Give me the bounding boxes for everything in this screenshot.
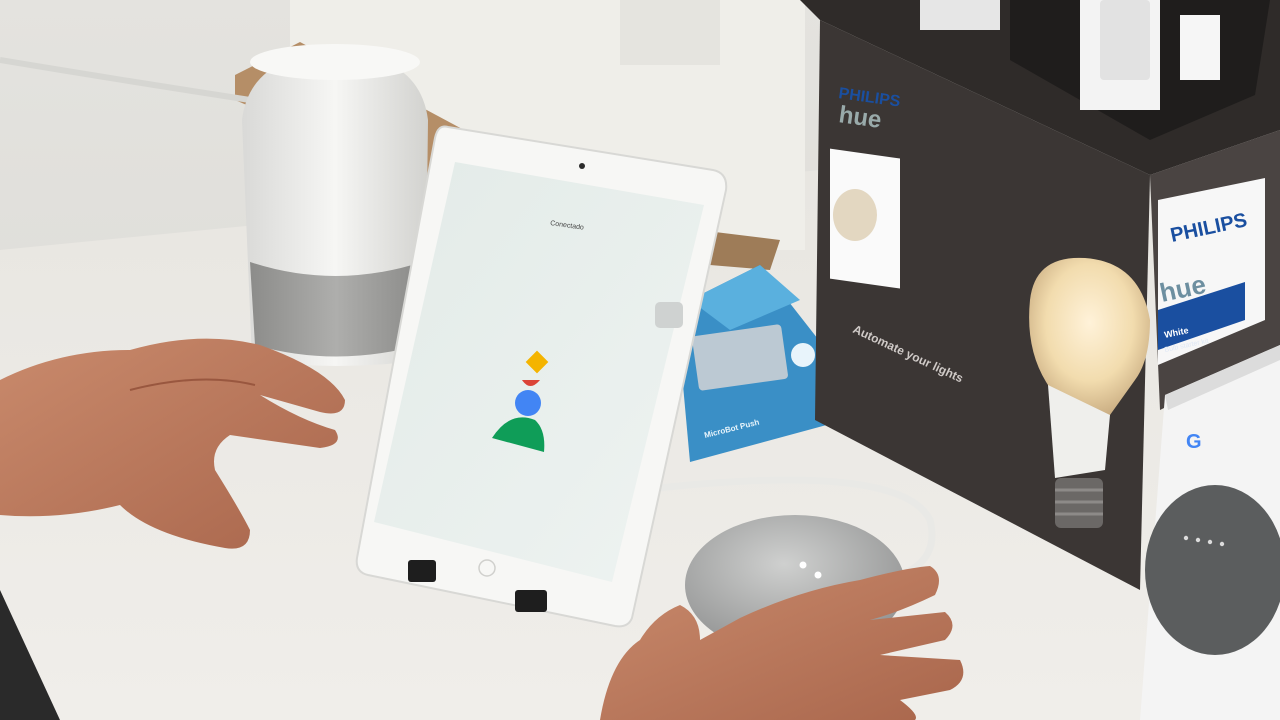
assistive-touch-button[interactable] [655, 302, 683, 328]
blue-circle-shape [515, 390, 541, 416]
stand-foot-right [515, 590, 547, 612]
google-home-speaker [242, 44, 428, 366]
scene-svg: MicroBot Push PHILIPS hue PHILIPS hue Wh… [0, 0, 1280, 720]
google-g-logo: G [1186, 431, 1202, 453]
front-camera [579, 163, 585, 169]
back-panel-recess [620, 0, 720, 65]
photo-scene: MicroBot Push PHILIPS hue PHILIPS hue Wh… [0, 0, 1280, 720]
stand-foot-left [408, 560, 436, 582]
